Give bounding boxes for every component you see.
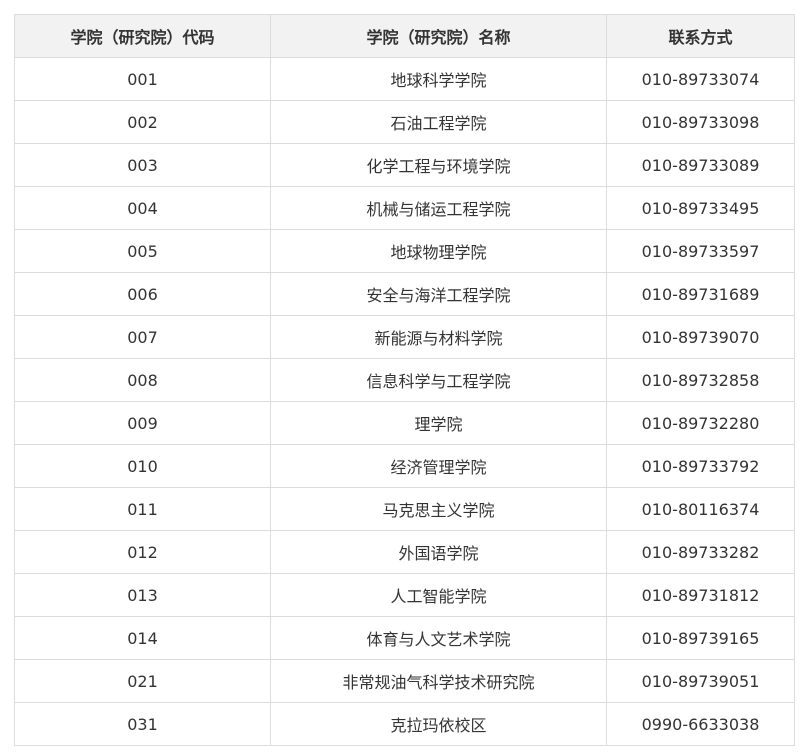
cell-phone: 010-89733089 xyxy=(606,143,795,187)
table-body: 001 地球科学学院 010-89733074 002 石油工程学院 010-8… xyxy=(14,57,795,746)
cell-name: 人工智能学院 xyxy=(270,573,607,617)
cell-phone: 0990-6633038 xyxy=(606,702,795,746)
table-row: 001 地球科学学院 010-89733074 xyxy=(14,57,795,101)
cell-phone: 010-89739165 xyxy=(606,616,795,660)
cell-phone: 010-89731689 xyxy=(606,272,795,316)
cell-name: 机械与储运工程学院 xyxy=(270,186,607,230)
cell-name: 信息科学与工程学院 xyxy=(270,358,607,402)
cell-name: 地球物理学院 xyxy=(270,229,607,273)
cell-code: 031 xyxy=(14,702,271,746)
cell-name: 克拉玛依校区 xyxy=(270,702,607,746)
cell-phone: 010-89733792 xyxy=(606,444,795,488)
table-row: 013 人工智能学院 010-89731812 xyxy=(14,573,795,617)
cell-phone: 010-89732280 xyxy=(606,401,795,445)
cell-name: 石油工程学院 xyxy=(270,100,607,144)
cell-name: 地球科学学院 xyxy=(270,57,607,101)
table-row: 008 信息科学与工程学院 010-89732858 xyxy=(14,358,795,402)
cell-phone: 010-89733282 xyxy=(606,530,795,574)
header-contact: 联系方式 xyxy=(606,14,795,58)
table-row: 031 克拉玛依校区 0990-6633038 xyxy=(14,702,795,746)
cell-phone: 010-89733074 xyxy=(606,57,795,101)
table-row: 011 马克思主义学院 010-80116374 xyxy=(14,487,795,531)
cell-phone: 010-89732858 xyxy=(606,358,795,402)
cell-code: 012 xyxy=(14,530,271,574)
table-row: 006 安全与海洋工程学院 010-89731689 xyxy=(14,272,795,316)
cell-phone: 010-89733098 xyxy=(606,100,795,144)
table-row: 009 理学院 010-89732280 xyxy=(14,401,795,445)
cell-code: 007 xyxy=(14,315,271,359)
cell-name: 理学院 xyxy=(270,401,607,445)
cell-code: 013 xyxy=(14,573,271,617)
cell-code: 003 xyxy=(14,143,271,187)
cell-code: 008 xyxy=(14,358,271,402)
cell-code: 005 xyxy=(14,229,271,273)
table-row: 012 外国语学院 010-89733282 xyxy=(14,530,795,574)
cell-code: 021 xyxy=(14,659,271,703)
cell-name: 非常规油气科学技术研究院 xyxy=(270,659,607,703)
table-row: 002 石油工程学院 010-89733098 xyxy=(14,100,795,144)
cell-phone: 010-89731812 xyxy=(606,573,795,617)
cell-code: 014 xyxy=(14,616,271,660)
cell-phone: 010-89739070 xyxy=(606,315,795,359)
cell-code: 010 xyxy=(14,444,271,488)
cell-name: 新能源与材料学院 xyxy=(270,315,607,359)
cell-name: 外国语学院 xyxy=(270,530,607,574)
header-college-name: 学院（研究院）名称 xyxy=(270,14,607,58)
cell-code: 004 xyxy=(14,186,271,230)
table-row: 007 新能源与材料学院 010-89739070 xyxy=(14,315,795,359)
cell-name: 安全与海洋工程学院 xyxy=(270,272,607,316)
college-contact-table: 学院（研究院）代码 学院（研究院）名称 联系方式 001 地球科学学院 010-… xyxy=(14,14,795,746)
cell-name: 经济管理学院 xyxy=(270,444,607,488)
header-college-code: 学院（研究院）代码 xyxy=(14,14,271,58)
table-row: 003 化学工程与环境学院 010-89733089 xyxy=(14,143,795,187)
cell-name: 化学工程与环境学院 xyxy=(270,143,607,187)
table-row: 021 非常规油气科学技术研究院 010-89739051 xyxy=(14,659,795,703)
table-header-row: 学院（研究院）代码 学院（研究院）名称 联系方式 xyxy=(14,14,795,58)
cell-name: 体育与人文艺术学院 xyxy=(270,616,607,660)
cell-code: 011 xyxy=(14,487,271,531)
cell-phone: 010-89733495 xyxy=(606,186,795,230)
table-row: 010 经济管理学院 010-89733792 xyxy=(14,444,795,488)
cell-code: 002 xyxy=(14,100,271,144)
cell-code: 009 xyxy=(14,401,271,445)
cell-phone: 010-89739051 xyxy=(606,659,795,703)
cell-phone: 010-89733597 xyxy=(606,229,795,273)
cell-code: 001 xyxy=(14,57,271,101)
table-row: 005 地球物理学院 010-89733597 xyxy=(14,229,795,273)
table-row: 014 体育与人文艺术学院 010-89739165 xyxy=(14,616,795,660)
table-row: 004 机械与储运工程学院 010-89733495 xyxy=(14,186,795,230)
cell-code: 006 xyxy=(14,272,271,316)
cell-phone: 010-80116374 xyxy=(606,487,795,531)
cell-name: 马克思主义学院 xyxy=(270,487,607,531)
college-contact-table-container: 学院（研究院）代码 学院（研究院）名称 联系方式 001 地球科学学院 010-… xyxy=(14,14,795,746)
